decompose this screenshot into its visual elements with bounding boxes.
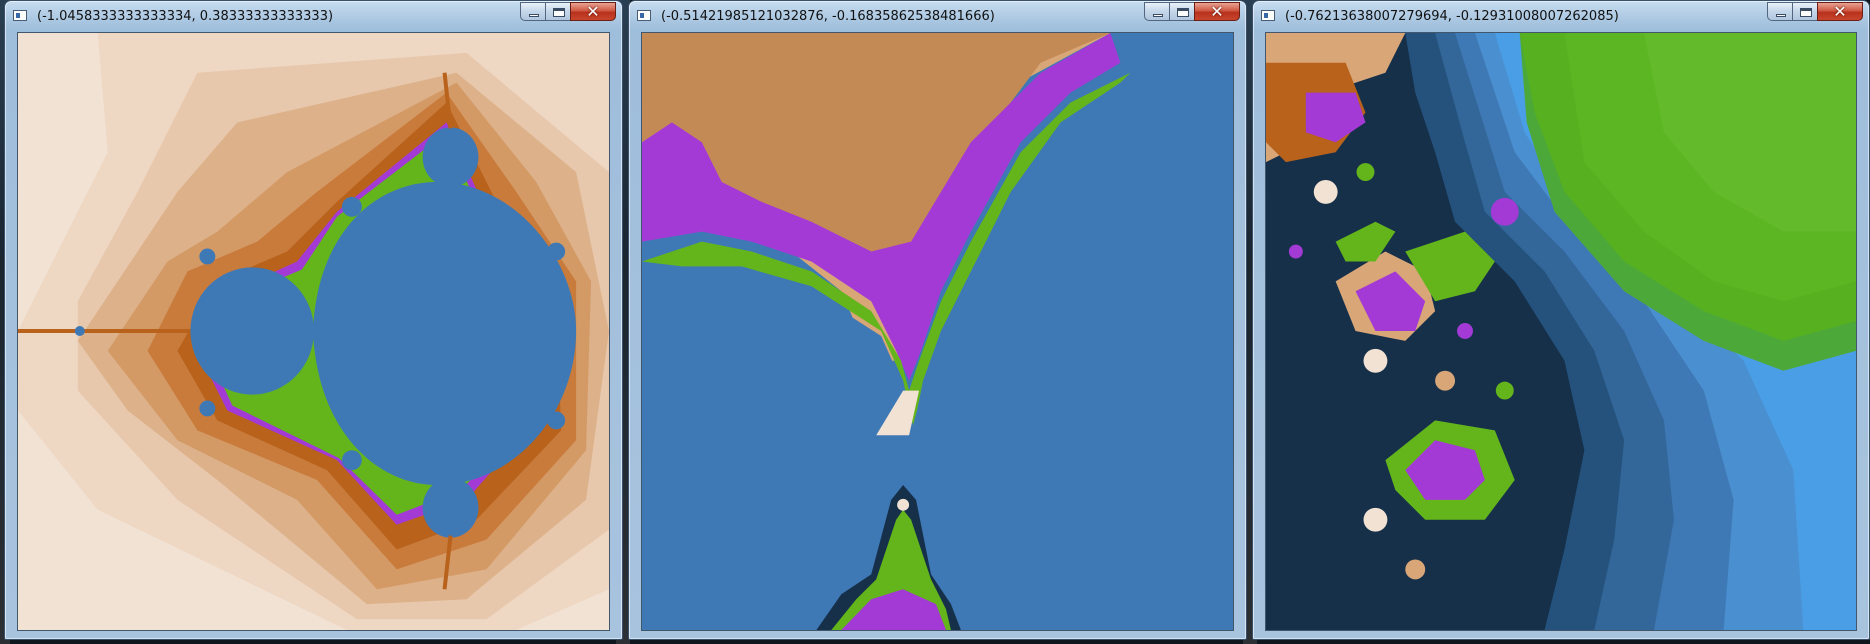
app-icon[interactable] (13, 10, 27, 21)
title-bar[interactable]: (-0.76213638007279694, -0.12931008007262… (1253, 1, 1869, 31)
mandelbrot-image (18, 33, 609, 630)
maximize-button[interactable] (1169, 2, 1195, 21)
window-title: (-0.51421985121032876, -0.16835862538481… (661, 9, 995, 24)
minimize-icon (1776, 14, 1786, 17)
minimize-icon (1153, 14, 1163, 17)
close-icon: ✕ (586, 2, 600, 21)
title-bar[interactable]: (-1.0458333333333334, 0.38333333333333) … (5, 1, 622, 31)
maximize-button[interactable] (545, 2, 571, 21)
fractal-window-1[interactable]: (-1.0458333333333334, 0.38333333333333) … (4, 0, 623, 640)
minimize-button[interactable] (1767, 2, 1793, 21)
fractal-canvas[interactable] (17, 32, 610, 631)
mandelbrot-zoom-image (642, 33, 1233, 630)
app-icon[interactable] (1261, 10, 1275, 21)
close-button[interactable]: ✕ (1817, 2, 1863, 21)
fractal-canvas[interactable] (641, 32, 1234, 631)
close-button[interactable]: ✕ (1194, 2, 1240, 21)
maximize-icon (1177, 8, 1189, 17)
title-bar[interactable]: (-0.51421985121032876, -0.16835862538481… (629, 1, 1246, 31)
close-icon: ✕ (1210, 2, 1224, 21)
close-icon: ✕ (1833, 2, 1847, 21)
minimize-icon (529, 14, 539, 17)
window-controls: ✕ (1767, 2, 1863, 22)
fractal-window-3[interactable]: (-0.76213638007279694, -0.12931008007262… (1252, 0, 1870, 640)
maximize-icon (553, 8, 565, 17)
window-controls: ✕ (1144, 2, 1240, 22)
minimize-button[interactable] (1144, 2, 1170, 21)
maximize-button[interactable] (1792, 2, 1818, 21)
app-icon[interactable] (637, 10, 651, 21)
window-title: (-0.76213638007279694, -0.12931008007262… (1285, 9, 1619, 24)
minimize-button[interactable] (520, 2, 546, 21)
close-button[interactable]: ✕ (570, 2, 616, 21)
spiral-zoom-image (1266, 33, 1856, 630)
window-title: (-1.0458333333333334, 0.38333333333333) (37, 9, 334, 24)
fractal-canvas[interactable] (1265, 32, 1857, 631)
maximize-icon (1800, 8, 1812, 17)
fractal-window-2[interactable]: (-0.51421985121032876, -0.16835862538481… (628, 0, 1247, 640)
window-controls: ✕ (520, 2, 616, 22)
